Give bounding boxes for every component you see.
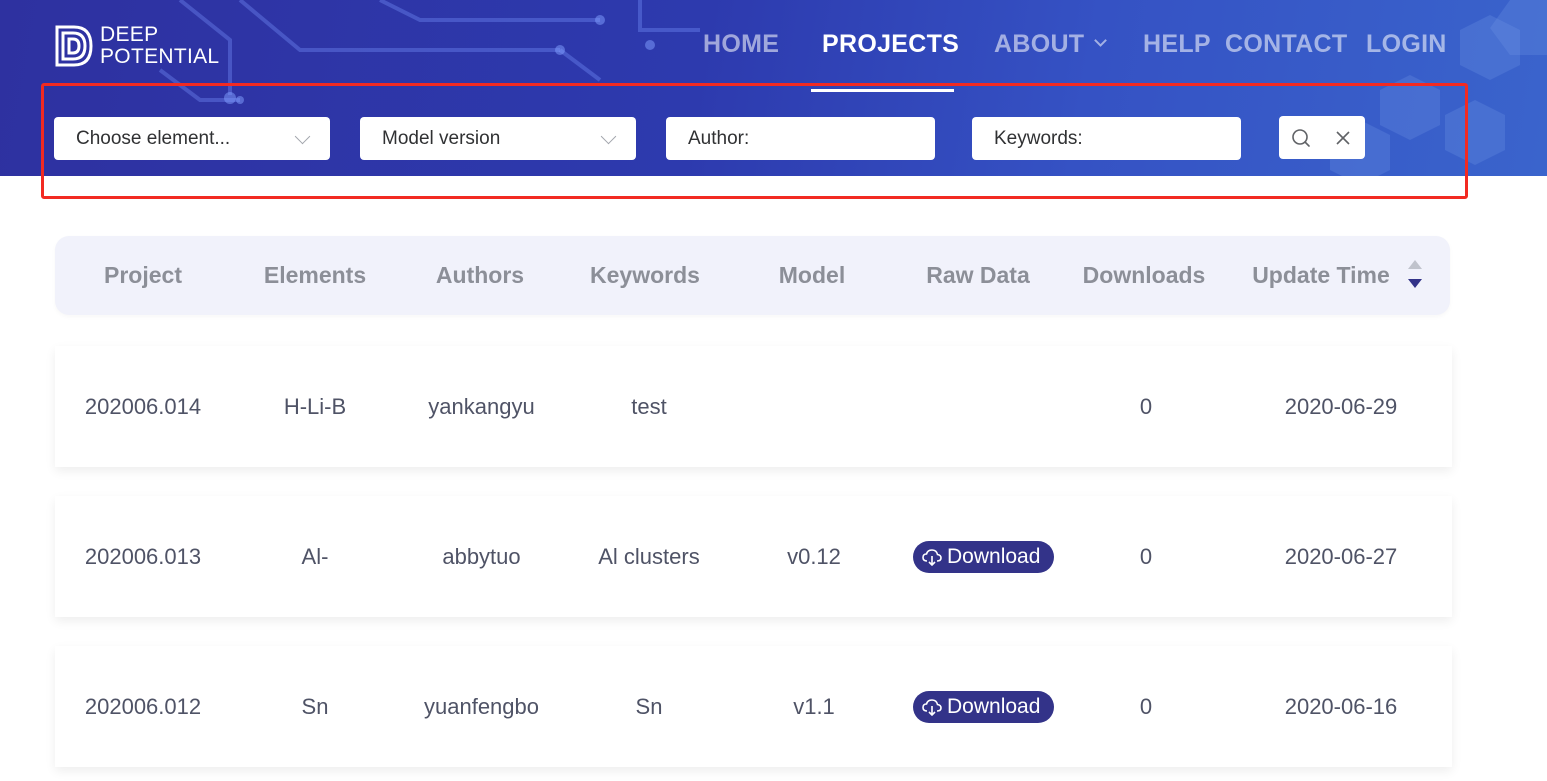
cell-model xyxy=(753,346,875,467)
cloud-download-icon xyxy=(922,549,942,566)
cell-model: v1.1 xyxy=(793,694,835,719)
cell-update-time: 2020-06-27 xyxy=(1284,544,1398,569)
header-elements[interactable]: Elements xyxy=(250,236,380,315)
nav-projects[interactable]: PROJECTS xyxy=(822,30,959,59)
table-header: Project Elements Authors Keywords Model … xyxy=(55,236,1450,315)
cell-downloads: 0 xyxy=(1139,694,1153,719)
cloud-download-icon xyxy=(922,699,942,716)
cell-elements: Al- xyxy=(301,544,329,569)
header-model[interactable]: Model xyxy=(752,236,872,315)
download-button-label: Download xyxy=(947,695,1041,718)
brand-line-1: DEEP xyxy=(100,23,159,46)
logo-mark-icon xyxy=(55,25,93,67)
cell-downloads: 0 xyxy=(1139,394,1153,419)
cell-authors: yuanfengbo xyxy=(424,694,539,719)
cell-downloads: 0 xyxy=(1139,544,1153,569)
cell-model: v0.12 xyxy=(787,544,841,569)
cell-keywords: test xyxy=(631,394,667,419)
download-button-label: Download xyxy=(947,545,1041,568)
brand-line-2: POTENTIAL xyxy=(100,45,220,68)
cell-update-time: 2020-06-16 xyxy=(1284,694,1398,719)
sort-caret-icon[interactable] xyxy=(1407,259,1423,293)
cell-keywords: Sn xyxy=(635,694,663,719)
cell-elements: H-Li-B xyxy=(283,394,347,419)
table-row[interactable]: 202006.012 Sn yuanfengbo Sn v1.1 Downloa… xyxy=(55,646,1452,767)
cell-authors: abbytuo xyxy=(442,544,521,569)
nav-home[interactable]: HOME xyxy=(703,30,779,59)
header-update-time[interactable]: Update Time xyxy=(1245,236,1397,315)
table-row[interactable]: 202006.013 Al- abbytuo Al clusters v0.12… xyxy=(55,496,1452,617)
highlight-outline xyxy=(41,83,1468,199)
header-authors[interactable]: Authors xyxy=(420,236,540,315)
cell-elements: Sn xyxy=(301,694,329,719)
table-row[interactable]: 202006.014 H-Li-B yankangyu test 0 2020-… xyxy=(55,346,1452,467)
header-project[interactable]: Project xyxy=(83,236,203,315)
cell-project: 202006.012 xyxy=(84,694,202,719)
cell-project: 202006.013 xyxy=(84,544,202,569)
cell-project: 202006.014 xyxy=(84,394,202,419)
header-keywords[interactable]: Keywords xyxy=(580,236,710,315)
header-raw-data[interactable]: Raw Data xyxy=(913,236,1043,315)
cell-update-time: 2020-06-29 xyxy=(1284,394,1398,419)
chevron-down-icon xyxy=(1094,34,1108,47)
download-button[interactable]: Download xyxy=(913,691,1054,723)
cell-authors: yankangyu xyxy=(428,394,535,419)
header-downloads[interactable]: Downloads xyxy=(1075,236,1213,315)
nav-login[interactable]: LOGIN xyxy=(1366,30,1447,59)
nav-contact[interactable]: CONTACT xyxy=(1225,30,1347,59)
brand-logo[interactable]: DEEP POTENTIAL xyxy=(54,24,219,68)
brand-name: DEEP POTENTIAL xyxy=(100,24,219,68)
nav-help[interactable]: HELP xyxy=(1143,30,1211,59)
nav-about-label: ABOUT xyxy=(994,30,1085,58)
cell-keywords: Al clusters xyxy=(598,544,700,569)
nav-about[interactable]: ABOUT xyxy=(994,30,1108,59)
download-button[interactable]: Download xyxy=(913,541,1054,573)
